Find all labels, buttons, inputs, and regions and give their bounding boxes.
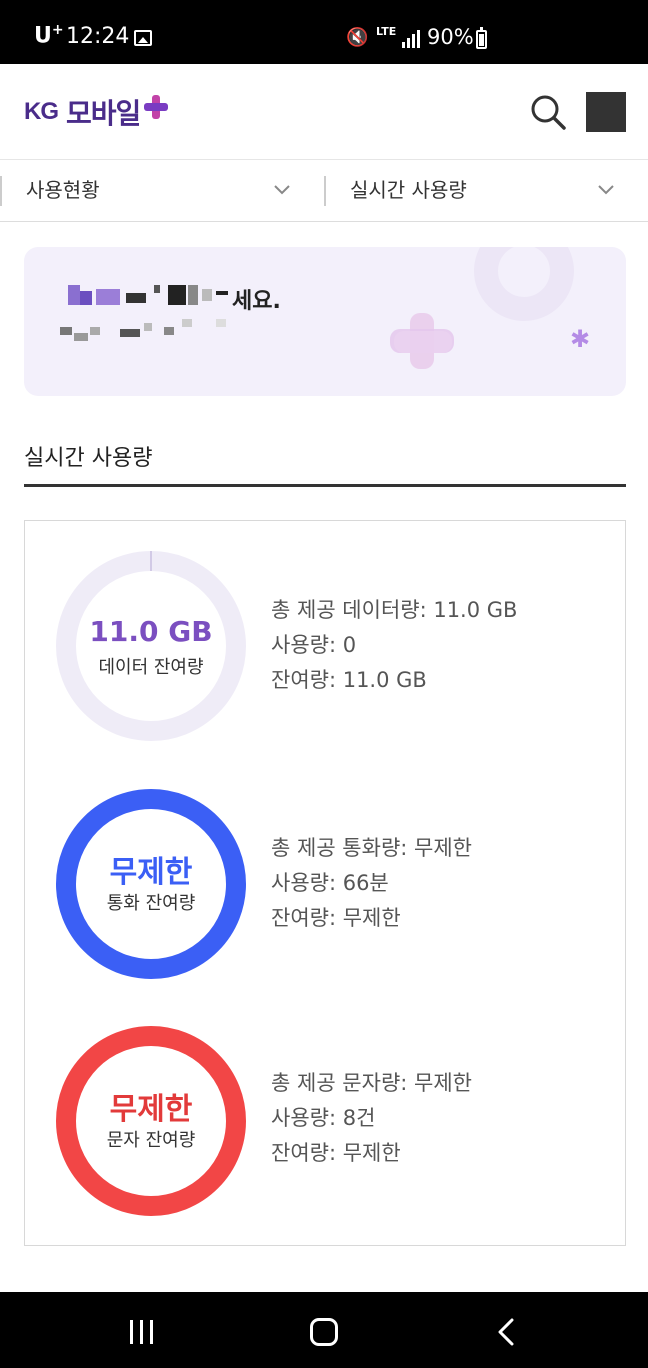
logo[interactable]: KG 모바일 bbox=[24, 92, 169, 132]
carrier-label: U+ bbox=[34, 22, 64, 49]
section-title: 실시간 사용량 bbox=[24, 446, 153, 471]
call-remaining-value: 무제한 bbox=[109, 855, 193, 890]
call-usage-row: 무제한 통화 잔여량 총 제공 통화량: 무제한 사용량: 66분 잔여량: 무… bbox=[25, 789, 625, 989]
call-remaining: 잔여량: 무제한 bbox=[271, 906, 401, 930]
clock: 12:24 bbox=[66, 24, 130, 49]
sms-remaining-label: 문자 잔여량 bbox=[106, 1130, 196, 1151]
logo-text: 모바일 bbox=[66, 97, 141, 130]
call-remaining-label: 통화 잔여량 bbox=[106, 893, 196, 914]
decorative-ring bbox=[474, 247, 574, 321]
system-nav-bar bbox=[0, 1292, 648, 1368]
logo-kg: KG bbox=[24, 98, 59, 125]
data-remaining-value: 11.0 GB bbox=[89, 615, 213, 648]
recent-apps-icon bbox=[130, 1320, 156, 1344]
data-used: 사용량: 0 bbox=[271, 633, 357, 657]
sms-total: 총 제공 문자량: 무제한 bbox=[271, 1071, 472, 1095]
usage-panel: 11.0 GB 데이터 잔여량 총 제공 데이터량: 11.0 GB 사용량: … bbox=[24, 520, 626, 1246]
sms-usage-row: 무제한 문자 잔여량 총 제공 문자량: 무제한 사용량: 8건 잔여량: 무제… bbox=[25, 1026, 625, 1226]
back-icon bbox=[498, 1318, 514, 1346]
logo-plus-icon bbox=[144, 95, 169, 119]
data-total: 총 제공 데이터량: 11.0 GB bbox=[271, 598, 518, 622]
sms-remaining-value: 무제한 bbox=[109, 1092, 193, 1127]
filter-bar: 사용현황 실시간 사용량 bbox=[0, 160, 648, 222]
section-divider bbox=[24, 484, 626, 487]
gallery-icon bbox=[134, 30, 152, 46]
status-bar: U+ 12:24 🔇 LTE 90% bbox=[0, 0, 648, 64]
greeting-card: 세요. ✱ bbox=[24, 247, 626, 396]
subcategory-dropdown[interactable]: 실시간 사용량 bbox=[324, 176, 648, 206]
redacted-subtext bbox=[60, 319, 230, 341]
redacted-name bbox=[68, 285, 228, 305]
decorative-star-icon: ✱ bbox=[570, 325, 591, 353]
data-info: 총 제공 데이터량: 11.0 GB 사용량: 0 잔여량: 11.0 GB bbox=[271, 593, 517, 698]
sms-remaining: 잔여량: 무제한 bbox=[271, 1141, 401, 1165]
mute-icon: 🔇 bbox=[346, 27, 369, 48]
app-header: KG 모바일 bbox=[0, 64, 648, 160]
signal-icon bbox=[402, 30, 422, 48]
category-dropdown-label: 사용현황 bbox=[26, 178, 100, 202]
subcategory-dropdown-label: 실시간 사용량 bbox=[350, 178, 467, 202]
recent-apps-button[interactable] bbox=[130, 1320, 156, 1344]
data-usage-row: 11.0 GB 데이터 잔여량 총 제공 데이터량: 11.0 GB 사용량: … bbox=[25, 551, 625, 751]
home-button[interactable] bbox=[310, 1318, 338, 1346]
data-remaining: 잔여량: 11.0 GB bbox=[271, 668, 427, 692]
sms-info: 총 제공 문자량: 무제한 사용량: 8건 잔여량: 무제한 bbox=[271, 1066, 472, 1171]
call-total: 총 제공 통화량: 무제한 bbox=[271, 836, 472, 860]
call-info: 총 제공 통화량: 무제한 사용량: 66분 잔여량: 무제한 bbox=[271, 831, 472, 936]
decorative-plus-icon bbox=[390, 313, 454, 369]
chevron-down-icon bbox=[274, 185, 290, 195]
back-button[interactable] bbox=[494, 1318, 518, 1346]
search-icon bbox=[531, 95, 566, 130]
category-dropdown[interactable]: 사용현황 bbox=[0, 176, 324, 206]
hamburger-menu-icon bbox=[586, 92, 626, 132]
battery-icon bbox=[476, 27, 487, 49]
battery-percent: 90% bbox=[427, 25, 474, 49]
chevron-down-icon bbox=[598, 185, 614, 195]
sms-used: 사용량: 8건 bbox=[271, 1106, 376, 1130]
call-used: 사용량: 66분 bbox=[271, 871, 389, 895]
menu-button[interactable] bbox=[586, 92, 626, 132]
greeting-text: 세요. bbox=[232, 289, 281, 314]
search-button[interactable] bbox=[528, 92, 568, 132]
lte-icon: LTE bbox=[376, 25, 397, 38]
data-remaining-label: 데이터 잔여량 bbox=[98, 657, 204, 678]
